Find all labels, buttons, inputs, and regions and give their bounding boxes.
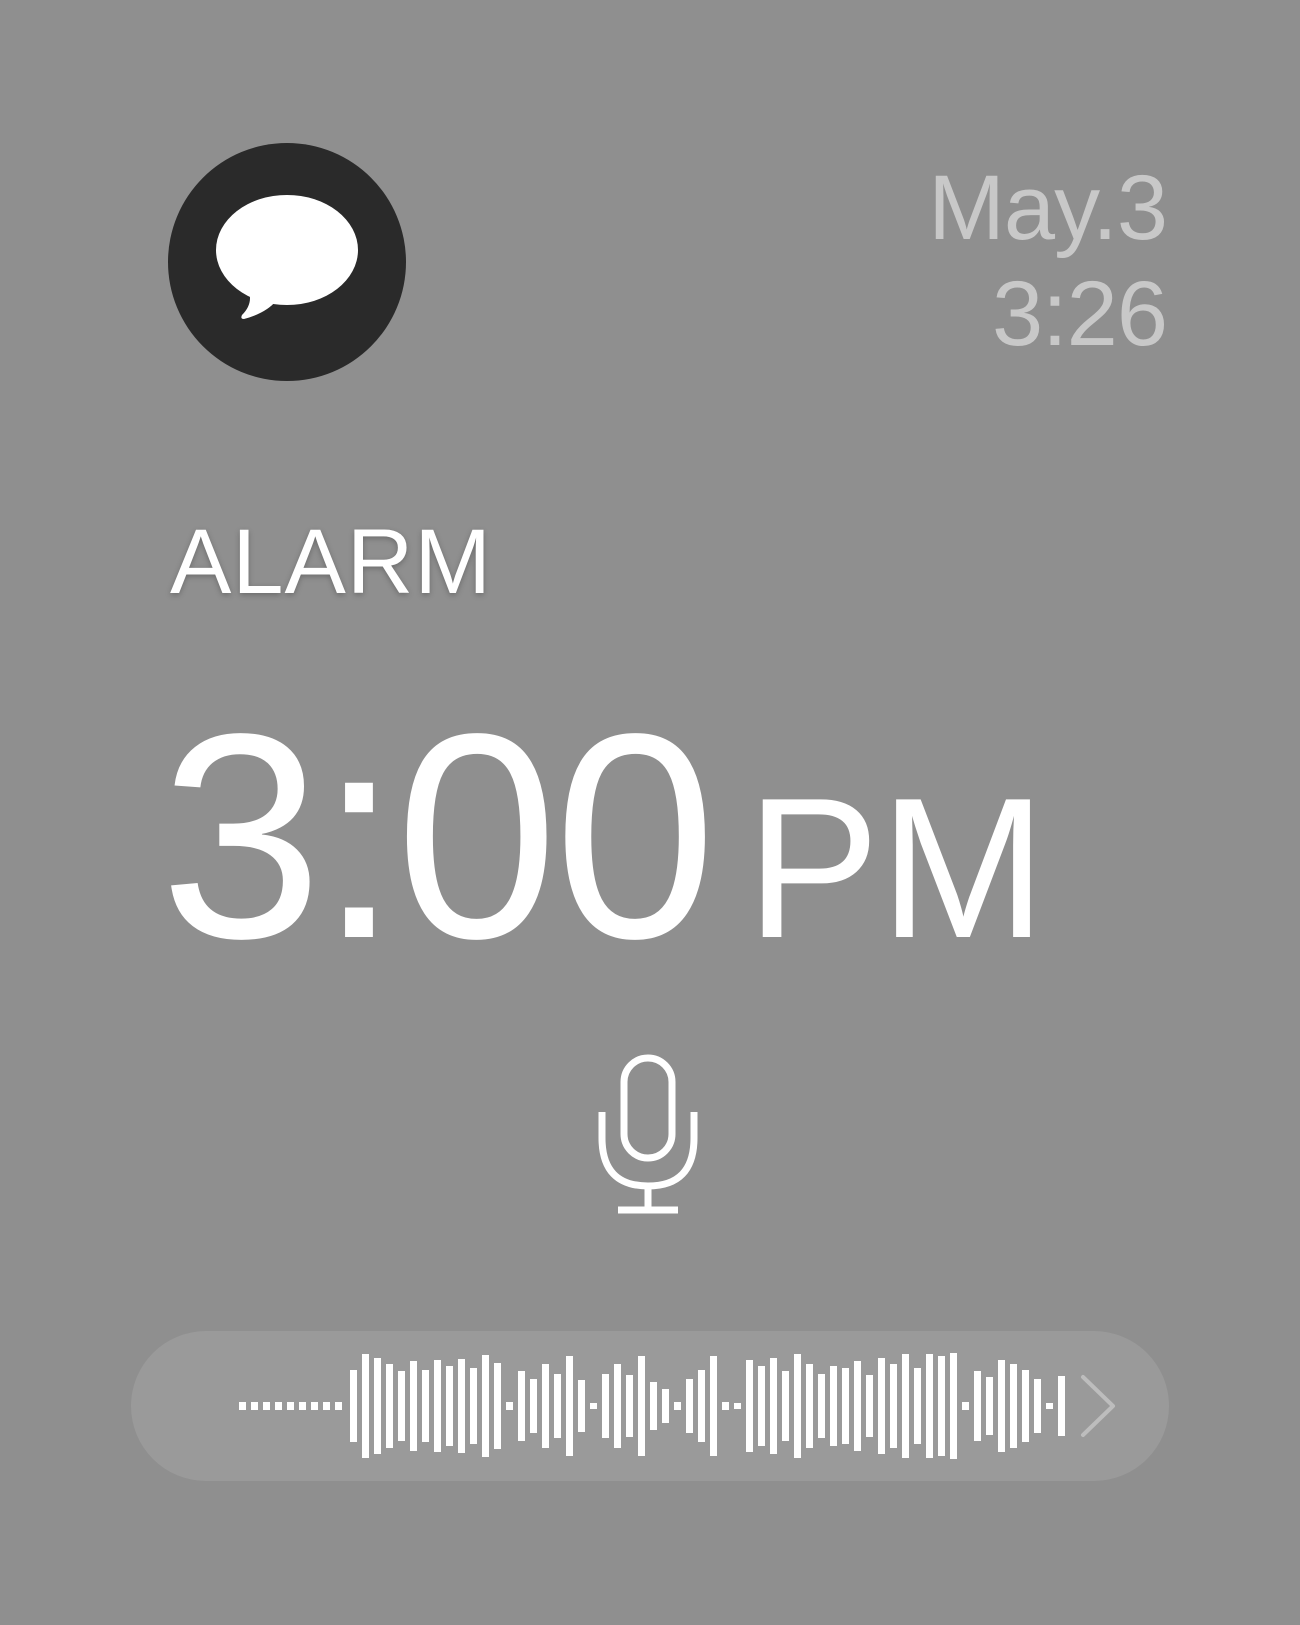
- waveform-bar: [398, 1371, 405, 1441]
- waveform-bar: [422, 1370, 429, 1442]
- waveform-bar: [335, 1402, 342, 1410]
- chevron-right-icon: [1081, 1375, 1115, 1437]
- alarm-title: ALARM: [170, 511, 492, 613]
- microphone-button[interactable]: [596, 1052, 704, 1218]
- waveform-bar: [878, 1358, 885, 1454]
- messages-app-button[interactable]: [168, 143, 406, 381]
- waveform-bar: [374, 1358, 381, 1454]
- waveform-bar: [434, 1360, 441, 1452]
- waveform-bar: [470, 1368, 477, 1444]
- waveform-bar: [506, 1402, 513, 1410]
- waveform-bar: [842, 1368, 849, 1444]
- waveform-bar: [722, 1402, 729, 1410]
- waveform-bar: [986, 1377, 993, 1435]
- waveform-bar: [758, 1366, 765, 1446]
- waveform-bar: [806, 1364, 813, 1448]
- waveform-bar: [386, 1364, 393, 1448]
- waveform-bar: [1010, 1364, 1017, 1448]
- waveform-bar: [554, 1374, 561, 1438]
- waveform-bar: [362, 1354, 369, 1458]
- current-date: May.3: [928, 157, 1168, 259]
- waveform-bar: [518, 1371, 525, 1441]
- waveform-bar: [1058, 1376, 1065, 1436]
- waveform-bar: [602, 1374, 609, 1438]
- waveform-bar: [614, 1364, 621, 1448]
- audio-waveform-icon: [239, 1353, 1065, 1459]
- waveform-bar: [830, 1366, 837, 1446]
- microphone-icon: [598, 1054, 698, 1214]
- waveform-bar: [1034, 1379, 1041, 1433]
- waveform-bar: [311, 1402, 318, 1410]
- waveform-bar: [578, 1380, 585, 1432]
- alarm-screen: May.3 3:26 ALARM 3:00 PM: [0, 0, 1300, 1625]
- waveform-bar: [287, 1402, 294, 1410]
- waveform-bar: [854, 1361, 861, 1451]
- waveform-bar: [299, 1402, 306, 1410]
- waveform-bar: [674, 1402, 681, 1410]
- waveform-bar: [1046, 1403, 1053, 1409]
- waveform-bar: [458, 1359, 465, 1453]
- waveform-bar: [350, 1370, 357, 1442]
- alarm-period: PM: [746, 757, 1047, 980]
- waveform-bar: [914, 1368, 921, 1444]
- waveform-bar: [998, 1360, 1005, 1452]
- speech-bubble-icon: [216, 195, 358, 319]
- waveform-bar: [590, 1403, 597, 1409]
- waveform-bar: [542, 1364, 549, 1448]
- waveform-bar: [746, 1360, 753, 1452]
- waveform-bar: [482, 1355, 489, 1457]
- waveform-bar: [710, 1356, 717, 1456]
- waveform-bar: [494, 1363, 501, 1449]
- waveform-bar: [962, 1402, 969, 1410]
- waveform-bar: [926, 1354, 933, 1458]
- waveform-bar: [626, 1375, 633, 1437]
- waveform-bar: [263, 1402, 270, 1410]
- waveform-bar: [950, 1353, 957, 1459]
- waveform-bar: [530, 1379, 537, 1433]
- waveform-bar: [902, 1354, 909, 1458]
- waveform-bar: [251, 1402, 258, 1410]
- waveform-bar: [734, 1403, 741, 1409]
- waveform-bar: [770, 1358, 777, 1454]
- waveform-bar: [638, 1356, 645, 1456]
- waveform-bar: [818, 1374, 825, 1438]
- next-button[interactable]: [1073, 1373, 1133, 1439]
- waveform-bar: [323, 1402, 330, 1410]
- alarm-time-display: 3:00 PM: [160, 690, 1046, 982]
- waveform-bar: [890, 1364, 897, 1448]
- waveform-bar: [794, 1354, 801, 1458]
- waveform-bar: [446, 1366, 453, 1446]
- waveform-bar: [275, 1402, 282, 1410]
- waveform-bar: [782, 1371, 789, 1441]
- waveform-bar: [866, 1375, 873, 1437]
- waveform-bar: [686, 1379, 693, 1433]
- waveform-bar: [662, 1389, 669, 1423]
- waveform-bar: [239, 1402, 246, 1410]
- waveform-bar: [698, 1370, 705, 1442]
- waveform-bar: [566, 1356, 573, 1456]
- waveform-bar: [1022, 1370, 1029, 1442]
- waveform-bar: [974, 1371, 981, 1441]
- status-clock: May.3 3:26: [928, 155, 1168, 367]
- voice-input-bar[interactable]: [131, 1331, 1169, 1481]
- current-time: 3:26: [991, 263, 1168, 365]
- alarm-time: 3:00: [160, 673, 716, 999]
- waveform-bar: [650, 1382, 657, 1430]
- waveform-bar: [938, 1356, 945, 1456]
- waveform-bar: [410, 1361, 417, 1451]
